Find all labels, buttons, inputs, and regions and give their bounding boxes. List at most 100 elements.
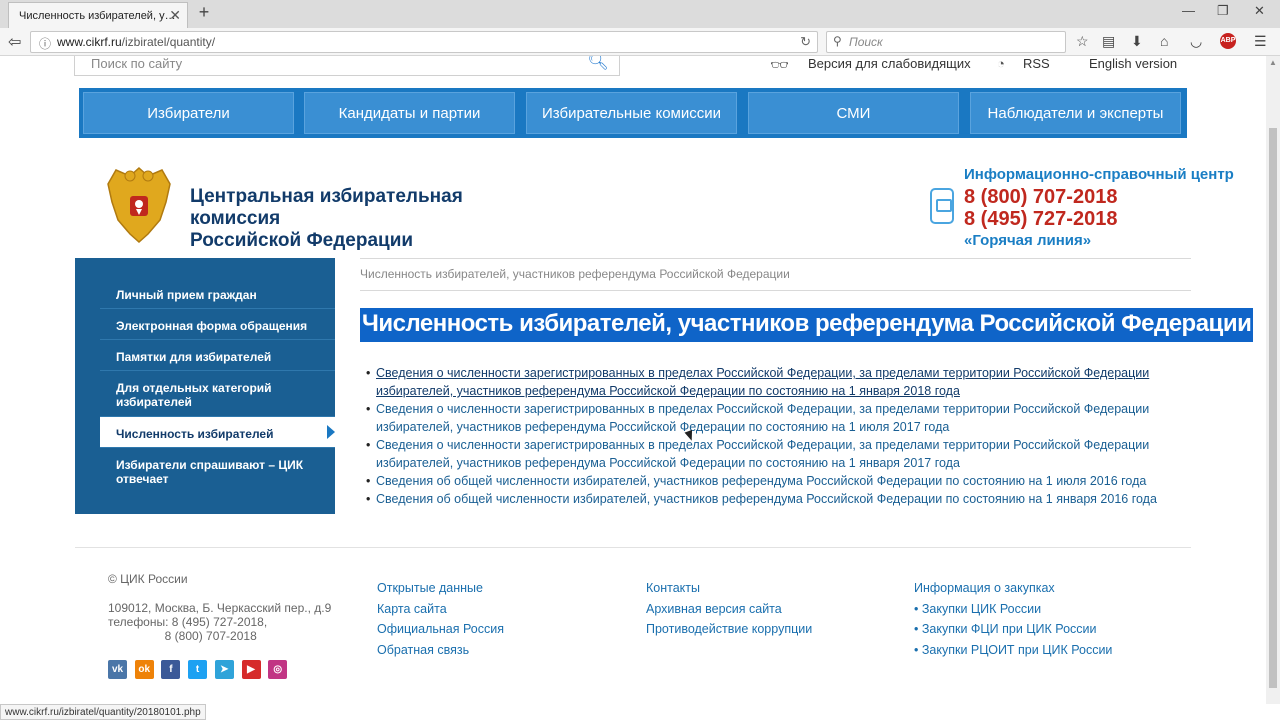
footer-link-feedback[interactable]: Обратная связь [377, 640, 504, 661]
menu-hamburger-icon[interactable]: ☰ [1254, 33, 1267, 50]
page-title: Численность избирателей, участников рефе… [360, 308, 1254, 342]
list-item[interactable]: Сведения о численности зарегистрированны… [366, 400, 1186, 436]
footer-link-procurement-fci[interactable]: Закупки ФЦИ при ЦИК России [922, 622, 1097, 636]
home-icon[interactable]: ⌂ [1160, 33, 1168, 49]
sidebar-item-categories[interactable]: Для отдельных категорий избирателей [100, 371, 335, 417]
sidebar-item-appeal-form[interactable]: Электронная форма обращения [100, 309, 335, 340]
back-icon[interactable]: ⇦ [8, 32, 21, 52]
new-tab-button[interactable]: + [194, 2, 214, 24]
footer-link-open-data[interactable]: Открытые данные [377, 578, 504, 599]
org-name: Центральная избирательная комиссия Росси… [190, 186, 550, 252]
sidebar-item-label: Численность избирателей [116, 427, 274, 441]
site-search-input[interactable]: Поиск по сайту 🔍︎ [74, 56, 620, 76]
instagram-icon[interactable]: ◎ [268, 660, 288, 679]
list-item[interactable]: Сведения о численности зарегистрированны… [366, 364, 1186, 400]
sidebar-item-quantity[interactable]: Численность избирателей [100, 417, 335, 448]
footer-link-procurement-cik[interactable]: Закупки ЦИК России [922, 602, 1041, 616]
footer-col-3: Информация о закупках • Закупки ЦИК Росс… [914, 578, 1112, 660]
footer-link-contacts[interactable]: Контакты [646, 578, 812, 599]
arrow-right-icon [327, 425, 335, 439]
footer-divider [75, 547, 1191, 548]
sidebar-item-reception[interactable]: Личный прием граждан [100, 278, 335, 309]
document-link[interactable]: Сведения о численности зарегистрированны… [376, 438, 1149, 470]
footer-col-1: Открытые данные Карта сайта Официальная … [377, 578, 504, 660]
footer-link-anticorruption[interactable]: Противодействие коррупции [646, 619, 812, 640]
close-window-icon[interactable]: ✕ [1254, 3, 1265, 19]
url-host: www.cikrf.ru [57, 35, 122, 49]
accessibility-link[interactable]: Версия для слабовидящих [808, 56, 971, 71]
bullet: • [914, 622, 922, 636]
list-item[interactable]: Сведения об общей численности избирателе… [366, 490, 1186, 508]
list-item[interactable]: Сведения о численности зарегистрированны… [366, 436, 1186, 472]
footer-col-2: Контакты Архивная версия сайта Противоде… [646, 578, 812, 640]
menu-item-commissions[interactable]: Избирательные комиссии [526, 92, 737, 134]
site-top-bar: Поиск по сайту 🔍︎ 👓︎ Версия для слабовид… [0, 56, 1266, 86]
menu-item-voters[interactable]: Избиратели [83, 92, 294, 134]
search-icon[interactable]: 🔍︎ [587, 56, 609, 72]
downloads-icon[interactable]: ⬇ [1131, 33, 1143, 50]
footer-link-archive[interactable]: Архивная версия сайта [646, 599, 812, 620]
tab-title: Численность избирателей, у… [19, 10, 176, 22]
vk-icon[interactable]: vk [108, 660, 127, 679]
adblock-icon[interactable]: ABP [1220, 33, 1236, 49]
twitter-icon[interactable]: t [188, 660, 208, 679]
phone-icon [930, 188, 954, 224]
footer-link-official-russia[interactable]: Официальная Россия [377, 619, 504, 640]
divider [360, 258, 1191, 259]
info-center-title: Информационно-справочный центр [964, 166, 1234, 183]
bullet: • [914, 642, 922, 657]
status-bar-url: www.cikrf.ru/izbiratel/quantity/20180101… [0, 704, 206, 720]
document-list: Сведения о численности зарегистрированны… [366, 364, 1186, 508]
phone-800[interactable]: 8 (800) 707-2018 [964, 186, 1117, 209]
breadcrumb[interactable]: Численность избирателей, участников рефе… [360, 267, 790, 281]
bookmark-star-icon[interactable]: ☆ [1076, 33, 1089, 50]
phone-495[interactable]: 8 (495) 727-2018 [964, 208, 1117, 231]
facebook-icon[interactable]: f [161, 660, 181, 679]
sidebar-item-memos[interactable]: Памятки для избирателей [100, 340, 335, 371]
scroll-thumb[interactable] [1269, 128, 1277, 688]
glasses-icon: 👓︎ [770, 57, 790, 74]
maximize-icon[interactable]: ❐ [1217, 3, 1229, 19]
close-tab-icon[interactable]: ✕ [169, 7, 181, 24]
odnoklassniki-icon[interactable]: ok [134, 660, 154, 679]
rss-link[interactable]: RSS [1023, 56, 1050, 71]
org-name-line1: Центральная избирательная комиссия [190, 186, 463, 229]
pocket-icon[interactable]: ◡ [1190, 33, 1202, 50]
reload-icon[interactable]: ↻ [800, 34, 811, 50]
bullet: • [914, 601, 922, 616]
document-link[interactable]: Сведения о численности зарегистрированны… [376, 366, 1149, 398]
reading-list-icon[interactable]: ▤ [1102, 33, 1115, 50]
rss-icon: ◔ [997, 56, 1005, 71]
search-icon: ⚲ [833, 34, 842, 48]
hotline-label: «Горячая линия» [964, 232, 1092, 249]
address-bar[interactable]: ⓘ www.cikrf.ru/izbiratel/quantity/ ↻ [30, 31, 818, 53]
footer-link-procurement-rcoit[interactable]: Закупки РЦОИТ при ЦИК России [922, 643, 1113, 657]
sidebar-item-questions[interactable]: Избиратели спрашивают – ЦИК отвечает [100, 448, 335, 494]
english-version-link[interactable]: English version [1089, 56, 1177, 71]
youtube-icon[interactable]: ▶ [241, 660, 261, 679]
document-link[interactable]: Сведения об общей численности избирателе… [376, 492, 1157, 506]
list-item[interactable]: Сведения об общей численности избирателе… [366, 472, 1186, 490]
footer-copyright: © ЦИК России [108, 572, 188, 586]
scroll-up-icon[interactable]: ▲ [1269, 58, 1277, 67]
document-link[interactable]: Сведения об общей численности избирателе… [376, 474, 1146, 488]
browser-search-placeholder: Поиск [849, 35, 883, 49]
browser-tab-bar: Численность избирателей, у… ✕ + — ❐ ✕ [0, 0, 1280, 28]
info-icon[interactable]: ⓘ [39, 35, 51, 52]
sidebar-nav: Личный прием граждан Электронная форма о… [75, 258, 335, 514]
main-menu: Избиратели Кандидаты и партии Избиратель… [79, 88, 1187, 138]
scrollbar[interactable]: ▲ [1266, 56, 1280, 704]
menu-item-media[interactable]: СМИ [748, 92, 959, 134]
footer-link-sitemap[interactable]: Карта сайта [377, 599, 504, 620]
document-link[interactable]: Сведения о численности зарегистрированны… [376, 402, 1149, 434]
browser-search-input[interactable]: ⚲ Поиск [826, 31, 1066, 53]
web-page: Поиск по сайту 🔍︎ 👓︎ Версия для слабовид… [0, 56, 1266, 704]
menu-item-candidates[interactable]: Кандидаты и партии [304, 92, 515, 134]
url-path: /izbiratel/quantity/ [121, 35, 216, 49]
telegram-icon[interactable]: ➤ [214, 660, 234, 679]
minimize-icon[interactable]: — [1182, 3, 1195, 18]
browser-tab[interactable]: Численность избирателей, у… ✕ [8, 2, 188, 28]
menu-item-observers[interactable]: Наблюдатели и эксперты [970, 92, 1181, 134]
site-search-placeholder: Поиск по сайту [91, 56, 183, 71]
footer-link-procurement[interactable]: Информация о закупках [914, 578, 1112, 599]
